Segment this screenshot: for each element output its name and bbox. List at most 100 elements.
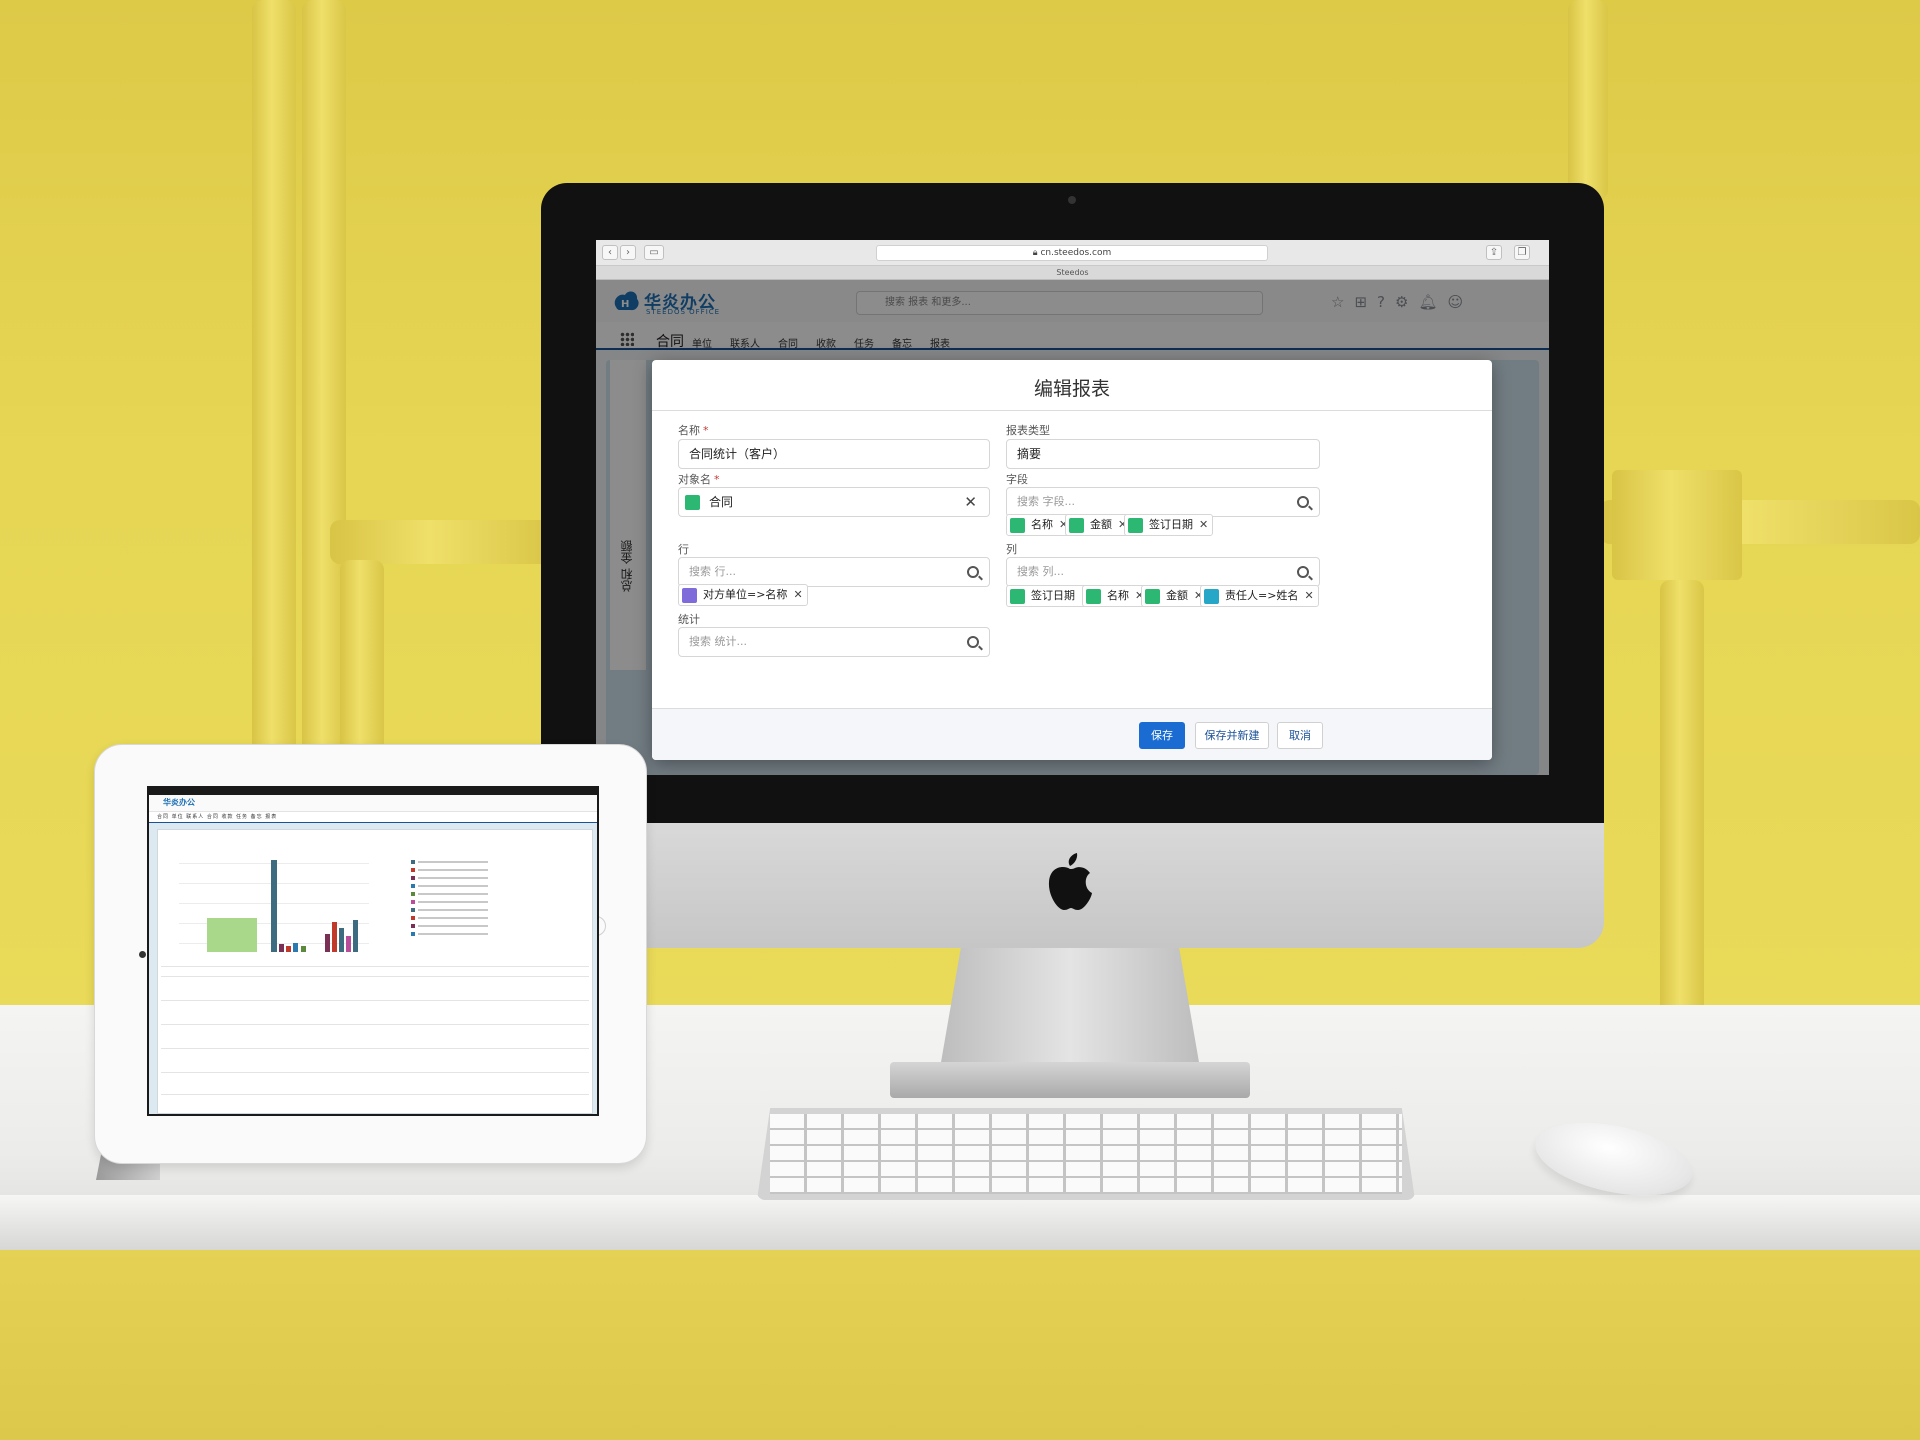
chart-legend-entry (411, 932, 501, 936)
browser-tab[interactable]: Steedos (596, 266, 1549, 280)
edit-report-modal: 编辑报表 名称 * 合同统计（客户） 对象名 * 合同 ✕ 行 搜索 行... 对方… (652, 360, 1492, 760)
ipad-screen: 华炎办公 合同 单位 联系人 合同 收款 任务 备忘 报表 (147, 786, 599, 1116)
object-value: 合同 (709, 495, 734, 509)
ipad-current-app: 合同 (157, 814, 170, 820)
ipad-nav-item[interactable]: 单位 (172, 814, 184, 820)
ipad-nav-item[interactable]: 备忘 (251, 814, 263, 820)
chart-bar (286, 946, 291, 952)
chart-legend-entry (411, 924, 501, 928)
columns-search-input[interactable]: 搜索 列... (1006, 557, 1320, 587)
report-type-select[interactable]: 摘要 (1006, 439, 1320, 469)
search-icon (967, 636, 979, 648)
column-pill-label: 责任人=>姓名 (1225, 589, 1299, 602)
chart-bar (279, 944, 284, 952)
chart-bar (207, 918, 257, 952)
search-icon (1297, 566, 1309, 578)
required-mark: * (703, 424, 709, 437)
stats-search-input[interactable]: 搜索 统计... (678, 627, 990, 657)
field-icon (1010, 518, 1025, 533)
url-bar[interactable]: 🔒︎ cn.steedos.com (876, 245, 1268, 261)
field-pill: 金额 ✕ (1065, 514, 1133, 536)
back-button[interactable]: ‹ (602, 245, 618, 260)
chart-legend-entry (411, 876, 501, 880)
name-field[interactable]: 合同统计（客户） (678, 439, 990, 469)
column-pill: 责任人=>姓名 ✕ (1200, 585, 1319, 607)
wall-pipe (252, 0, 296, 820)
object-icon (685, 495, 700, 510)
chart-bar (271, 860, 277, 952)
modal-header: 编辑报表 (652, 360, 1492, 411)
url-text: cn.steedos.com (1040, 248, 1112, 258)
field-pill: 签订日期 ✕ (1124, 514, 1214, 536)
ipad-nav-item[interactable]: 联系人 (186, 814, 204, 820)
field-icon (1086, 589, 1101, 604)
field-pill-label: 名称 (1031, 518, 1053, 531)
ipad-camera (139, 951, 146, 958)
table-line (161, 976, 589, 977)
field-icon (1069, 518, 1084, 533)
table-line (161, 1000, 589, 1001)
chart-legend-entry (411, 884, 501, 888)
rows-label: 行 (678, 543, 689, 556)
ipad-nav-item[interactable]: 收款 (221, 814, 233, 820)
wall-pipe (330, 520, 550, 564)
apple-logo-icon (1048, 853, 1092, 910)
rows-search-input[interactable]: 搜索 行... (678, 557, 990, 587)
ipad-nav-item[interactable]: 任务 (236, 814, 248, 820)
field-pill-label: 金额 (1090, 518, 1112, 531)
lower-wall (0, 1250, 1920, 1440)
fields-placeholder: 搜索 字段... (1017, 495, 1075, 508)
fields-label: 字段 (1006, 473, 1028, 486)
chart-legend-entry (411, 916, 501, 920)
column-pill-label: 签订日期 (1031, 589, 1075, 602)
sidebar-toggle-icon[interactable]: ▭ (644, 245, 664, 260)
chart-legend-entry (411, 892, 501, 896)
stats-placeholder: 搜索 统计... (689, 635, 747, 648)
imac-stand (940, 948, 1200, 1068)
object-label-text: 对象名 (678, 473, 711, 486)
save-button[interactable]: 保存 (1139, 722, 1185, 749)
wall-pipe (1660, 580, 1704, 1020)
fields-search-input[interactable]: 搜索 字段... (1006, 487, 1320, 517)
table-line (161, 1024, 589, 1025)
required-mark: * (714, 473, 720, 486)
modal-footer: 保存 保存并新建 取消 (652, 708, 1492, 760)
share-icon[interactable]: ⇪ (1486, 245, 1502, 260)
ipad-nav-item[interactable]: 合同 (207, 814, 219, 820)
table-line (161, 1048, 589, 1049)
remove-icon[interactable]: ✕ (1199, 518, 1208, 531)
remove-icon[interactable]: ✕ (1304, 589, 1313, 602)
clear-object-icon[interactable]: ✕ (964, 488, 977, 516)
row-pill: 对方单位=>名称 ✕ (678, 584, 808, 606)
column-pill: 名称 ✕ (1082, 585, 1150, 607)
ipad-logo-text: 华炎办公 (163, 798, 195, 807)
row-pill-label: 对方单位=>名称 (703, 588, 788, 601)
columns-label: 列 (1006, 543, 1017, 556)
table-line (161, 966, 589, 967)
table-line (161, 1072, 589, 1073)
search-icon (967, 566, 979, 578)
chart-bar (346, 936, 351, 952)
save-and-new-button[interactable]: 保存并新建 (1195, 722, 1269, 749)
object-field[interactable]: 合同 ✕ (678, 487, 990, 517)
chart-legend-entry (411, 908, 501, 912)
imac-foot (890, 1062, 1250, 1098)
wall-pipe (1612, 470, 1742, 580)
remove-icon[interactable]: ✕ (793, 588, 802, 601)
modal-title: 编辑报表 (1033, 378, 1110, 400)
field-icon (1128, 518, 1143, 533)
chart-bar (332, 922, 337, 952)
user-icon (1204, 589, 1219, 604)
imac-screen: ‹ › ▭ 🔒︎ cn.steedos.com ⇪ ❐ Steedos H 华炎… (596, 240, 1549, 775)
ipad-app-header (149, 795, 597, 812)
chart-legend-entry (411, 860, 501, 864)
chart-bar (301, 946, 306, 952)
column-pill-label: 名称 (1107, 589, 1129, 602)
forward-button[interactable]: › (620, 245, 636, 260)
tabs-icon[interactable]: ❐ (1514, 245, 1530, 260)
browser-toolbar: ‹ › ▭ 🔒︎ cn.steedos.com ⇪ ❐ (596, 240, 1549, 266)
desk-edge (0, 1195, 1920, 1250)
ipad-nav-item[interactable]: 报表 (265, 814, 277, 820)
cancel-button[interactable]: 取消 (1277, 722, 1323, 749)
rows-placeholder: 搜索 行... (689, 565, 736, 578)
